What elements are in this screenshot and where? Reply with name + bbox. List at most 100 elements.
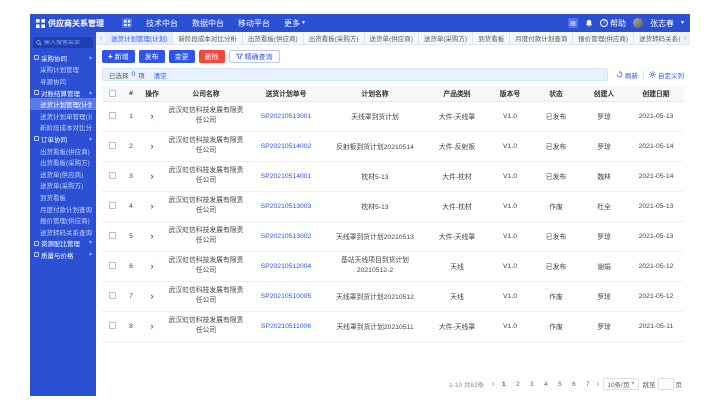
user-name[interactable]: 张志春 — [650, 18, 674, 29]
status: 已发布 — [532, 161, 580, 191]
page-number[interactable]: 3 — [527, 381, 537, 388]
refresh-button[interactable]: 刷新 — [616, 70, 638, 80]
tab-scroll-right-icon[interactable]: › — [680, 32, 690, 44]
sidebar-group-reconciliation[interactable]: 对账结算管理 ▴ — [30, 87, 96, 99]
expand-row-icon[interactable]: › — [151, 261, 154, 271]
nav-more[interactable]: 更多▾ — [284, 18, 305, 29]
page-number[interactable]: 6 — [569, 381, 579, 388]
row-checkbox[interactable] — [109, 202, 116, 209]
row-checkbox[interactable] — [109, 142, 116, 149]
sidebar-item-delivery-plan-mgmt[interactable]: 送货计划管理(计划) — [30, 98, 96, 110]
sidebar-item-delivery-note-supplier[interactable]: 送货单(供应商) — [30, 168, 96, 180]
sidebar-item-quote-mgmt[interactable]: 报价管理(供应商) — [30, 214, 96, 226]
sidebar-group-quality-price[interactable]: 质量与价格 ▾ — [30, 249, 96, 261]
tab[interactable]: 月度付款计划查询 — [510, 32, 573, 44]
chevron-down-icon[interactable]: ▾ — [681, 20, 684, 26]
menu-search-input[interactable] — [44, 40, 90, 46]
create-date: 2021-05-14 — [628, 161, 684, 191]
tab[interactable]: 送货转码关系查询 — [634, 32, 680, 44]
tab[interactable]: 出货看板(采购方) — [304, 32, 365, 44]
page-number[interactable]: 4 — [541, 381, 551, 388]
page-number[interactable]: 5 — [555, 381, 565, 388]
expand-row-icon[interactable]: › — [151, 171, 154, 181]
add-button[interactable]: +新增 — [102, 50, 135, 63]
clear-selection-link[interactable]: 清空 — [154, 70, 167, 80]
nav-mobile-platform[interactable]: 移动平台 — [238, 18, 270, 29]
nav-data-platform[interactable]: 数据中台 — [192, 18, 224, 29]
table-row: 7 › 武汉虹信科技发展有限责任公司 SP20210510005 天线罩到货计划… — [102, 281, 684, 311]
avatar[interactable] — [633, 18, 643, 28]
tab[interactable]: 报价管理(供应商) — [573, 32, 634, 44]
company-name: 武汉虹信科技发展有限责任公司 — [164, 101, 248, 131]
tab[interactable]: 送货单(供应商) — [365, 32, 419, 44]
select-all-checkbox[interactable] — [109, 90, 116, 97]
expand-row-icon[interactable]: › — [151, 321, 154, 331]
page-size-select[interactable]: 10条/页 ▾ — [603, 378, 638, 390]
sidebar-item-delivery-plan-order[interactable]: 送货计划单管理(计划) — [30, 110, 96, 122]
sidebar-item-shipping-board-supplier[interactable]: 出货看板(供应商) — [30, 145, 96, 157]
customize-columns-button[interactable]: 自定义列 — [649, 70, 684, 80]
sidebar-item-sourcing[interactable]: 寻源协同 — [30, 75, 96, 87]
status: 已发布 — [532, 221, 580, 251]
row-checkbox[interactable] — [109, 112, 116, 119]
plan-no-link[interactable]: SP20210513002 — [261, 233, 312, 240]
row-checkbox[interactable] — [109, 322, 116, 329]
delete-button[interactable]: 删除 — [199, 50, 225, 63]
row-checkbox[interactable] — [109, 232, 116, 239]
plan-no-link[interactable]: SP20210513003 — [261, 203, 312, 210]
group-label: 质量与价格 — [41, 250, 74, 260]
tab[interactable]: 新阶段成本对比分析 — [173, 32, 243, 44]
pagination: 1-10 共63条 ‹ 1 2 3 4 5 6 7 › 10条/页 ▾ 跳至 — [102, 373, 684, 392]
sidebar-item-cost-compare[interactable]: 新阶段成本对比分析 — [30, 122, 96, 134]
row-checkbox[interactable] — [109, 262, 116, 269]
plan-name: 枕材5-13 — [324, 161, 426, 191]
sidebar-item-delivery-note-buyer[interactable]: 送货单(采购方) — [30, 180, 96, 192]
sidebar-item-monthly-payment[interactable]: 月度付款计划查询 — [30, 203, 96, 215]
page-jump-input[interactable] — [658, 378, 674, 390]
change-button[interactable]: 变更 — [169, 50, 195, 63]
jump-label: 跳至 — [643, 379, 656, 389]
tab[interactable]: 送货计划管理(计划) — [106, 32, 173, 44]
plan-no-link[interactable]: SP20210514001 — [261, 173, 312, 180]
expand-row-icon[interactable]: › — [151, 111, 154, 121]
plan-no-link[interactable]: SP20210510005 — [261, 293, 312, 300]
plan-no-link[interactable]: SP20210514002 — [261, 143, 312, 150]
sidebar-group-procurement[interactable]: 采购协同 ▴ — [30, 52, 96, 64]
message-icon[interactable]: ▤ — [568, 18, 578, 28]
tab-scroll-left-icon[interactable]: ‹ — [96, 32, 106, 44]
publish-button[interactable]: 发布 — [139, 50, 165, 63]
page-number[interactable]: 1 — [499, 381, 509, 388]
tab[interactable]: 出货看板(供应商) — [243, 32, 304, 44]
expand-row-icon[interactable]: › — [151, 231, 154, 241]
sidebar-item-code-mapping[interactable]: 送货转码关系查询 — [30, 226, 96, 238]
help-menu[interactable]: ? 帮助 — [600, 18, 626, 29]
tab[interactable]: 送货单(采购方) — [419, 32, 473, 44]
page-number[interactable]: 2 — [513, 381, 523, 388]
advanced-search-button[interactable]: 精确查询 — [229, 50, 280, 63]
sidebar-item-arrival-board[interactable]: 到货看板 — [30, 191, 96, 203]
version: V1.0 — [488, 311, 532, 341]
next-page-icon[interactable]: › — [597, 380, 600, 388]
plan-no-link[interactable]: SP20210511006 — [261, 323, 311, 330]
sidebar-search[interactable] — [33, 37, 93, 48]
prev-page-icon[interactable]: ‹ — [492, 380, 495, 388]
page-number[interactable]: 7 — [583, 381, 593, 388]
nav-tech-platform[interactable]: 技术中台 — [146, 18, 178, 29]
creator: 罗琼 — [580, 311, 628, 341]
row-checkbox[interactable] — [109, 292, 116, 299]
sidebar-item-purchase-plan[interactable]: 采购计划管理 — [30, 64, 96, 76]
expand-row-icon[interactable]: › — [151, 141, 154, 151]
plan-no-link[interactable]: SP20210513001 — [261, 113, 312, 120]
bell-icon[interactable] — [585, 19, 593, 28]
table-row: 5 › 武汉虹信科技发展有限责任公司 SP20210513002 天线罩到货计划… — [102, 221, 684, 251]
plan-no-link[interactable]: SP20210512004 — [261, 263, 312, 270]
tab[interactable]: 到货看板 — [473, 32, 510, 44]
sidebar-group-order-collab[interactable]: 订单协同 ▴ — [30, 133, 96, 145]
expand-row-icon[interactable]: › — [151, 201, 154, 211]
expand-row-icon[interactable]: › — [151, 291, 154, 301]
sidebar-item-shipping-board-buyer[interactable]: 出货看板(采购方) — [30, 156, 96, 168]
group-label: 采购协同 — [41, 53, 67, 63]
row-checkbox[interactable] — [109, 172, 116, 179]
apps-icon[interactable] — [122, 18, 132, 28]
sidebar-group-resource-ratio[interactable]: 资源配比管理 ▾ — [30, 238, 96, 250]
